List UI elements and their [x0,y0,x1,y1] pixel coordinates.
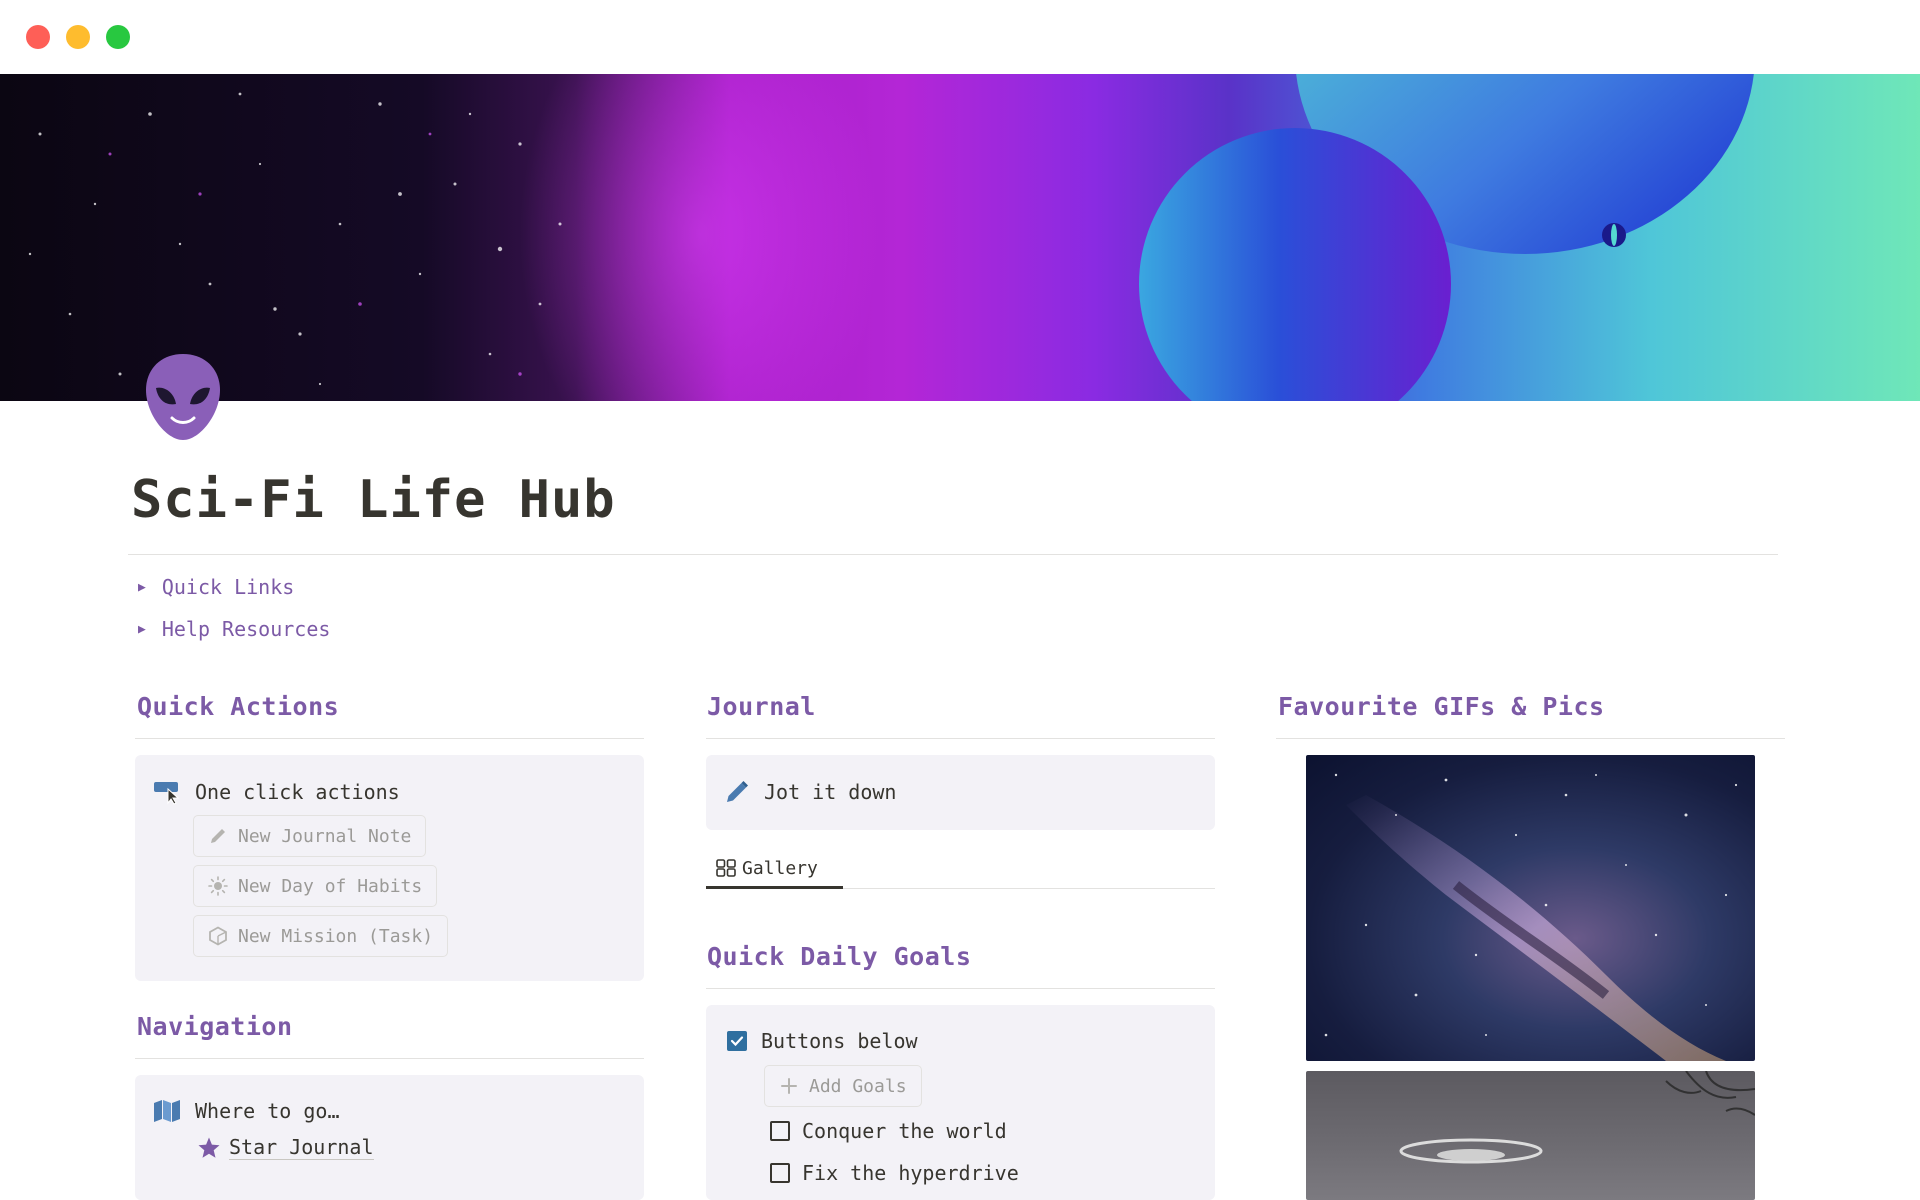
callout-label: Buttons below [761,1029,918,1053]
new-day-of-habits-button[interactable]: New Day of Habits [193,865,438,907]
add-goals-button[interactable]: Add Goals [764,1065,922,1107]
nav-link-label: Star Journal [229,1135,374,1160]
toggle-help-resources[interactable]: ▶ Help Resources [138,614,330,644]
gallery-grid-icon [716,859,736,877]
toggle-quick-links[interactable]: ▶ Quick Links [138,572,294,602]
cube-icon [209,926,227,946]
milky-way-image[interactable] [1306,755,1755,1061]
toggle-label: Quick Links [161,575,295,599]
ufo-art [1399,1071,1755,1164]
favourites-heading: Favourite GIFs & Pics [1278,692,1605,721]
pencil-icon [727,781,748,802]
active-tab-indicator [706,886,843,889]
minimize-window-button[interactable] [66,25,90,49]
one-click-actions-callout: One click actions New Journal Note New D… [135,755,644,981]
maximize-window-button[interactable] [106,25,130,49]
star-icon [198,1137,220,1158]
todo-checkbox[interactable] [770,1163,790,1183]
where-to-go-callout: Where to go… Star Journal [135,1075,644,1200]
page-title: Sci-Fi Life Hub [131,470,616,530]
cover-art [28,74,1754,401]
navigation-heading: Navigation [137,1012,293,1041]
page-cover-image[interactable] [0,74,1920,401]
map-icon [154,1100,180,1122]
checkmark-icon [730,1036,744,1047]
jot-it-down-callout: Jot it down [706,755,1215,830]
toggle-triangle-icon[interactable]: ▶ [138,622,146,637]
callout-label: Where to go… [195,1099,340,1123]
todo-item: Fix the hyperdrive [770,1161,1019,1185]
daily-goals-heading: Quick Daily Goals [707,942,972,971]
journal-heading: Journal [707,692,816,721]
plus-icon [781,1078,797,1094]
pencil-icon [211,829,225,843]
buttons-below-callout: Buttons below Add Goals Conquer the worl… [706,1005,1215,1200]
callout-label: Jot it down [764,780,897,804]
checkbox-icon [727,1031,747,1051]
callout-label: One click actions [195,780,400,804]
section-divider [706,738,1215,739]
milky-way-art [1324,773,1738,1061]
section-divider [135,738,644,739]
close-window-button[interactable] [26,25,50,49]
quick-actions-heading: Quick Actions [137,692,340,721]
todo-checkbox[interactable] [770,1121,790,1141]
ufo-image[interactable] [1306,1071,1755,1200]
pointer-hand-icon [154,782,180,805]
toggle-triangle-icon[interactable]: ▶ [138,580,146,595]
section-divider [1276,738,1785,739]
todo-item: Conquer the world [770,1119,1007,1143]
window-titlebar [0,0,1920,74]
section-divider [135,1058,644,1059]
new-journal-note-button[interactable]: New Journal Note [193,815,427,857]
todo-label: Fix the hyperdrive [802,1161,1019,1185]
tab-label: Gallery [742,857,818,879]
new-mission-task-button[interactable]: New Mission (Task) [193,915,449,957]
nav-link-star-journal[interactable]: Star Journal [197,1135,374,1160]
section-divider [706,988,1215,989]
title-divider [128,554,1778,555]
toggle-label: Help Resources [161,617,331,641]
tab-gallery-view[interactable]: Gallery [706,848,828,888]
sun-icon [208,876,228,896]
todo-label: Conquer the world [802,1119,1007,1143]
alien-icon[interactable] [144,352,222,444]
